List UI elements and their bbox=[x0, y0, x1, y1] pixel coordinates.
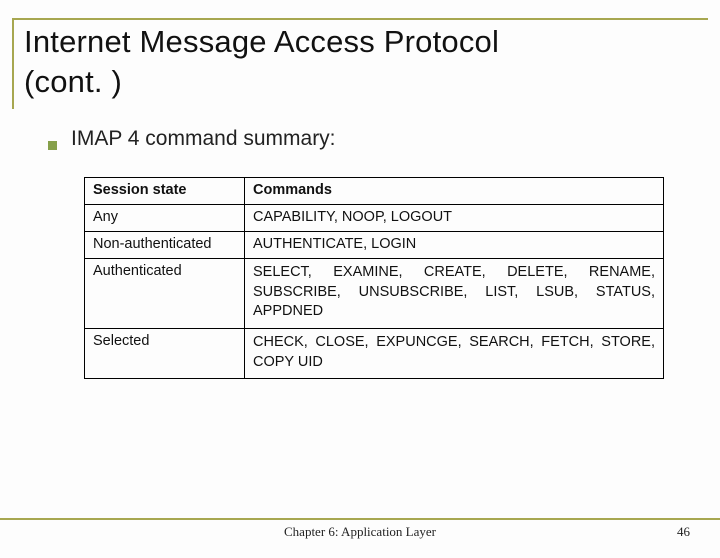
table-row: Any CAPABILITY, NOOP, LOGOUT bbox=[85, 205, 664, 232]
table-row: Non-authenticated AUTHENTICATE, LOGIN bbox=[85, 232, 664, 259]
cell-commands: CAPABILITY, NOOP, LOGOUT bbox=[245, 205, 664, 232]
footer-inner: Chapter 6: Application Layer 46 bbox=[0, 524, 720, 544]
cell-state: Selected bbox=[85, 329, 245, 379]
table-header-row: Session state Commands bbox=[85, 178, 664, 205]
bullet-text: IMAP 4 command summary: bbox=[71, 127, 336, 151]
footer: Chapter 6: Application Layer 46 bbox=[0, 518, 720, 544]
cell-state: Non-authenticated bbox=[85, 232, 245, 259]
command-table-wrap: Session state Commands Any CAPABILITY, N… bbox=[84, 177, 670, 379]
table-row: Selected CHECK, CLOSE, EXPUNCGE, SEARCH,… bbox=[85, 329, 664, 379]
table-row: Authenticated SELECT, EXAMINE, CREATE, D… bbox=[85, 259, 664, 329]
cell-state: Any bbox=[85, 205, 245, 232]
bullet-item: IMAP 4 command summary: bbox=[48, 127, 680, 151]
cell-commands: CHECK, CLOSE, EXPUNCGE, SEARCH, FETCH, S… bbox=[245, 329, 664, 379]
content-area: IMAP 4 command summary: Session state Co… bbox=[0, 109, 720, 379]
command-table: Session state Commands Any CAPABILITY, N… bbox=[84, 177, 664, 379]
slide-title: Internet Message Access Protocol (cont. … bbox=[24, 22, 708, 101]
title-line-2: (cont. ) bbox=[24, 64, 122, 99]
header-session-state: Session state bbox=[85, 178, 245, 205]
header-commands: Commands bbox=[245, 178, 664, 205]
cell-commands: AUTHENTICATE, LOGIN bbox=[245, 232, 664, 259]
footer-chapter: Chapter 6: Application Layer bbox=[284, 524, 436, 540]
cell-commands: SELECT, EXAMINE, CREATE, DELETE, RENAME,… bbox=[245, 259, 664, 329]
title-line-1: Internet Message Access Protocol bbox=[24, 24, 499, 59]
slide: Internet Message Access Protocol (cont. … bbox=[0, 18, 720, 558]
title-block: Internet Message Access Protocol (cont. … bbox=[12, 18, 708, 109]
footer-page-number: 46 bbox=[677, 524, 690, 540]
cell-state: Authenticated bbox=[85, 259, 245, 329]
square-bullet-icon bbox=[48, 141, 57, 150]
